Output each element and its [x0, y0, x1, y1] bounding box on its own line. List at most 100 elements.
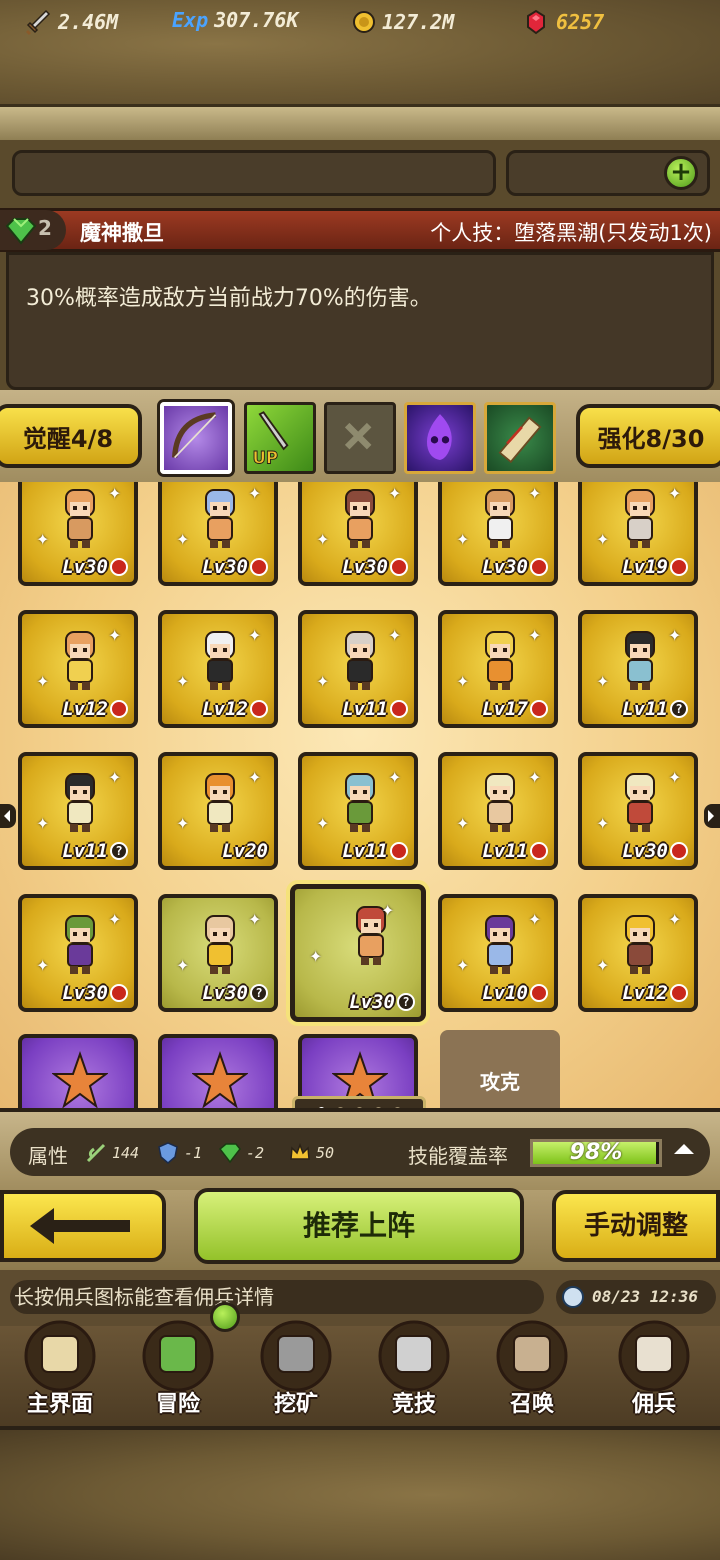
nav-item-2[interactable]: 挖矿	[236, 1316, 356, 1424]
mercenary-card[interactable]: ✦ ✦ Lv30?	[290, 884, 426, 1022]
star-hero-icon	[192, 1050, 248, 1108]
level-label: Lv30	[622, 840, 688, 862]
back-arrow-icon	[30, 1208, 130, 1244]
hero-portrait-icon	[485, 489, 515, 548]
mercenary-card-partial[interactable]	[18, 1034, 138, 1108]
enhance-button[interactable]: 强化8/30	[576, 404, 720, 468]
question-badge-icon: ?	[670, 700, 688, 718]
no-entry-badge-icon	[250, 558, 268, 576]
mercenary-card[interactable]: ✦ ✦ Lv30?	[158, 894, 278, 1012]
sparkle-icon: ✦	[528, 484, 542, 503]
sparkle-icon: ✦	[381, 901, 395, 920]
gem-resource: 6257	[522, 8, 604, 36]
sparkle-icon: ✦	[388, 626, 402, 645]
sparkle-icon: ✦	[176, 530, 190, 549]
mercenary-card[interactable]: ✦ ✦ Lv17	[438, 610, 558, 728]
nav-item-0[interactable]: 主界面	[0, 1316, 120, 1424]
coverage-label: 技能覆盖率	[408, 1144, 508, 1168]
level-label: Lv30	[342, 556, 408, 578]
mercenary-card-partial[interactable]	[158, 1034, 278, 1108]
mercenary-card[interactable]: ✦ ✦ Lv30	[438, 482, 558, 586]
mercenary-card[interactable]: ✦ ✦ Lv12	[18, 610, 138, 728]
no-entry-badge-icon	[670, 984, 688, 1002]
mercenary-card[interactable]: ✦ ✦ Lv30	[158, 482, 278, 586]
crown-icon	[290, 1142, 310, 1160]
sparkle-icon: ✦	[668, 626, 682, 645]
level-label: Lv30	[482, 556, 548, 578]
sparkle-icon: ✦	[248, 626, 262, 645]
hero-name: 魔神撒旦	[80, 221, 164, 245]
scroll-left-arrow[interactable]	[0, 804, 16, 828]
mercenary-card[interactable]: ✦ ✦ Lv11	[438, 752, 558, 870]
mercenary-card[interactable]: ✦ ✦ Lv20	[158, 752, 278, 870]
mercenary-card[interactable]: ✦ ✦ Lv19	[578, 482, 698, 586]
nav-item-3[interactable]: 竞技	[354, 1316, 474, 1424]
pickaxe-icon	[260, 1320, 332, 1392]
nav-item-1[interactable]: 冒险	[118, 1316, 238, 1424]
mercenary-card[interactable]: ✦ ✦ Lv12	[578, 894, 698, 1012]
skill-description-box	[6, 252, 714, 390]
nav-label: 召唤	[509, 1392, 554, 1417]
bow-slot[interactable]	[160, 402, 232, 474]
level-text: Lv30	[349, 991, 395, 1013]
level-label: Lv30?	[349, 991, 415, 1013]
sparkle-icon: ✦	[36, 956, 50, 975]
sparkle-icon: ✦	[108, 484, 122, 503]
mercenary-card[interactable]: ✦ ✦ Lv11?	[18, 752, 138, 870]
back-button[interactable]	[0, 1190, 166, 1262]
hero-portrait-icon	[625, 631, 655, 690]
sparkle-icon: ✦	[456, 530, 470, 549]
mercenary-card[interactable]: ✦ ✦ Lv11	[298, 752, 418, 870]
awaken-button[interactable]: 觉醒4/8	[0, 404, 142, 468]
green-gem-icon	[5, 218, 37, 245]
clock-icon	[562, 1286, 584, 1308]
level-text: Lv30	[202, 556, 248, 578]
dark-flame-slot[interactable]	[404, 402, 476, 474]
sparkle-icon: ✦	[176, 672, 190, 691]
mercenary-card[interactable]: ✦ ✦ Lv11	[298, 610, 418, 728]
level-label: Lv11	[482, 840, 548, 862]
scroll-slot[interactable]	[484, 402, 556, 474]
nav-label: 佣兵	[631, 1392, 676, 1417]
sparkle-icon: ✦	[596, 814, 610, 833]
hero-portrait-icon	[625, 773, 655, 832]
sparkle-icon: ✦	[596, 956, 610, 975]
level-text: Lv17	[482, 698, 528, 720]
sparkle-icon: ✦	[36, 814, 50, 833]
top-frame	[0, 104, 720, 140]
sword-up-slot[interactable]: UP	[244, 402, 316, 474]
no-entry-badge-icon	[530, 700, 548, 718]
hero-portrait-icon	[65, 631, 95, 690]
nav-item-5[interactable]: 佣兵	[594, 1316, 714, 1424]
mercenary-card[interactable]: ✦ ✦ Lv30	[18, 482, 138, 586]
manual-adjust-button[interactable]: 手动调整	[552, 1190, 720, 1262]
sparkle-icon: ✦	[388, 768, 402, 787]
level-label: Lv10	[482, 982, 548, 1004]
expand-caret-icon[interactable]	[674, 1144, 694, 1154]
attr-crown-value: 50	[316, 1144, 335, 1162]
sparkle-icon: ✦	[528, 768, 542, 787]
scroll-right-arrow[interactable]	[704, 804, 720, 828]
level-text: Lv12	[202, 698, 248, 720]
recommend-button[interactable]: 推荐上阵	[194, 1188, 524, 1264]
level-label: Lv11	[342, 840, 408, 862]
level-text: Lv10	[482, 982, 528, 1004]
dark-flame-icon	[426, 414, 452, 460]
mercenary-card[interactable]: ✦ ✦ Lv30	[298, 482, 418, 586]
sparkle-icon: ✦	[528, 910, 542, 929]
resource-bar	[12, 150, 496, 196]
hero-portrait-icon	[345, 489, 375, 548]
add-gems-button[interactable]: +	[664, 156, 698, 190]
level-label: Lv30	[62, 556, 128, 578]
mercenary-card[interactable]: ✦ ✦ Lv12	[158, 610, 278, 728]
locked-card-label: 攻克	[480, 1070, 520, 1094]
sword-icon	[26, 9, 51, 35]
empty-slot[interactable]	[324, 402, 396, 474]
nav-item-4[interactable]: 召唤	[472, 1316, 592, 1424]
mercenary-card[interactable]: ✦ ✦ Lv10	[438, 894, 558, 1012]
mercenary-card[interactable]: ✦ ✦ Lv30	[578, 752, 698, 870]
mercenary-card[interactable]: ✦ ✦ Lv30	[18, 894, 138, 1012]
mercenary-card[interactable]: ✦ ✦ Lv11?	[578, 610, 698, 728]
level-label: Lv20	[222, 840, 268, 862]
no-entry-badge-icon	[110, 700, 128, 718]
